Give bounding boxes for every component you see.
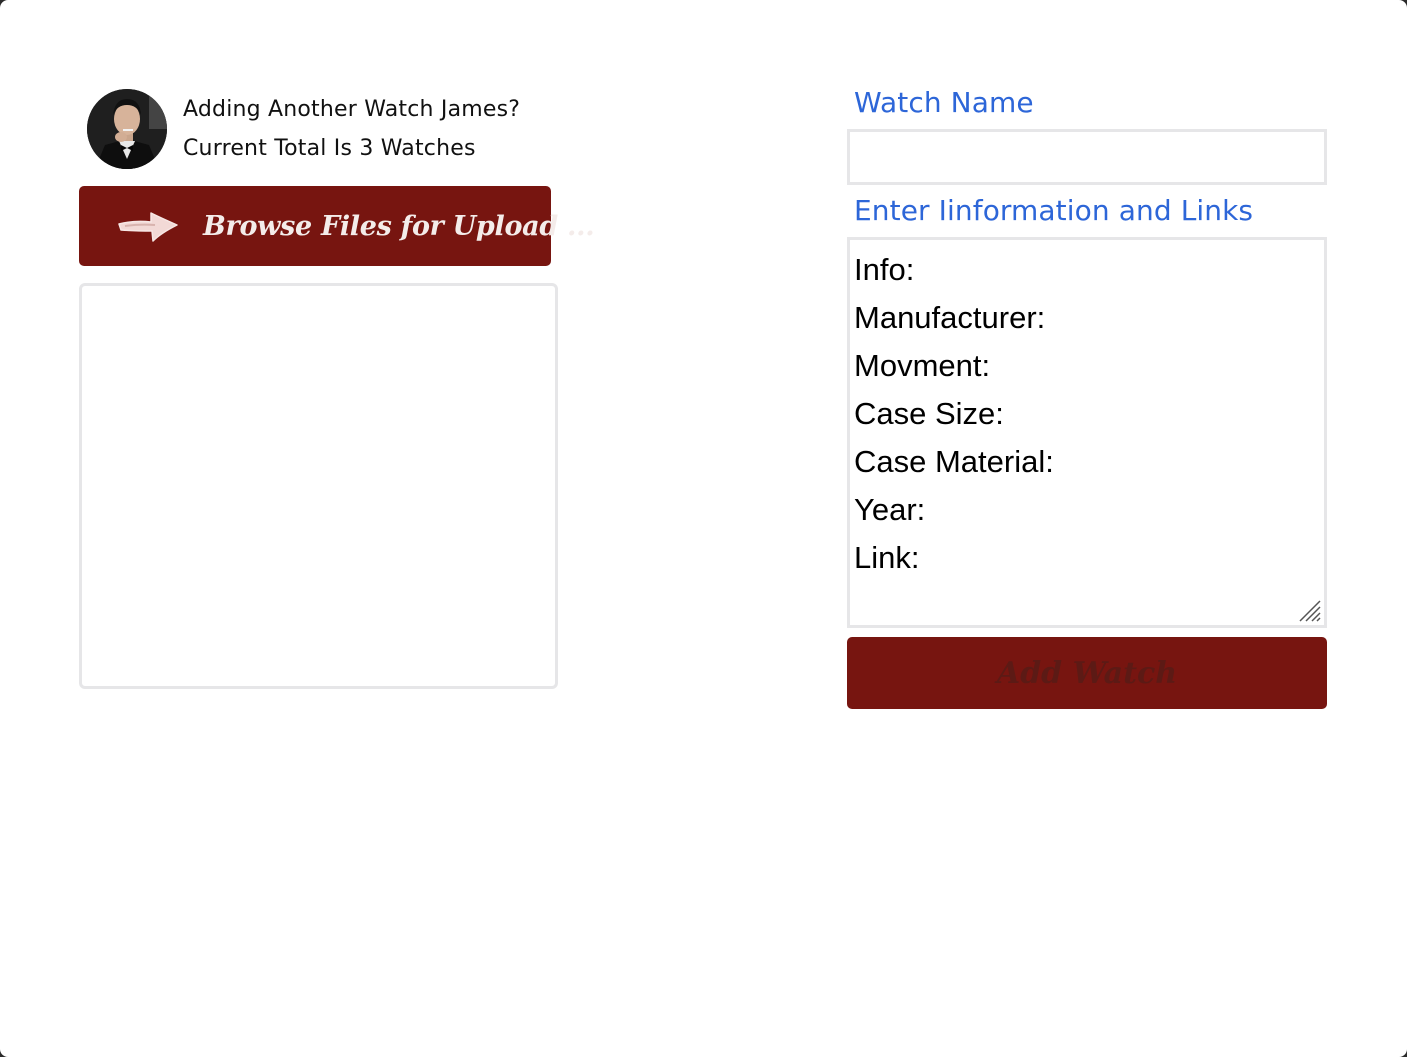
greeting-text: Adding Another Watch James? Current Tota…: [183, 90, 520, 168]
watch-count-line: Current Total Is 3 Watches: [183, 136, 476, 161]
info-links-label: Enter Iinformation and Links: [854, 194, 1254, 227]
link-line: Link:: [854, 540, 920, 575]
manufacturer-line: Manufacturer:: [854, 300, 1046, 335]
watch-name-input[interactable]: [847, 129, 1327, 185]
resize-grip-icon[interactable]: [1296, 597, 1322, 623]
case-material-line: Case Material:: [854, 444, 1054, 479]
watch-name-label: Watch Name: [854, 86, 1034, 119]
image-preview-area: [79, 283, 558, 689]
profile-header: Adding Another Watch James? Current Tota…: [87, 89, 520, 169]
greeting-line: Adding Another Watch James?: [183, 97, 521, 122]
info-template-text: Info: Manufacturer: Movment: Case Size: …: [854, 246, 1054, 582]
browse-files-button[interactable]: Browse Files for Upload ...: [79, 186, 595, 266]
info-line: Info:: [854, 252, 915, 287]
avatar: [87, 89, 167, 169]
browse-files-label: Browse Files for Upload ...: [203, 210, 595, 242]
movement-line: Movment:: [854, 348, 991, 383]
app-window: Adding Another Watch James? Current Tota…: [0, 0, 1407, 1057]
add-watch-label: Add Watch: [996, 655, 1178, 691]
case-size-line: Case Size:: [854, 396, 1004, 431]
info-links-textarea[interactable]: Info: Manufacturer: Movment: Case Size: …: [847, 237, 1327, 628]
arrow-right-icon: [115, 193, 181, 259]
add-watch-button[interactable]: Add Watch: [847, 637, 1327, 709]
year-line: Year:: [854, 492, 926, 527]
user-avatar-icon: [87, 89, 167, 169]
